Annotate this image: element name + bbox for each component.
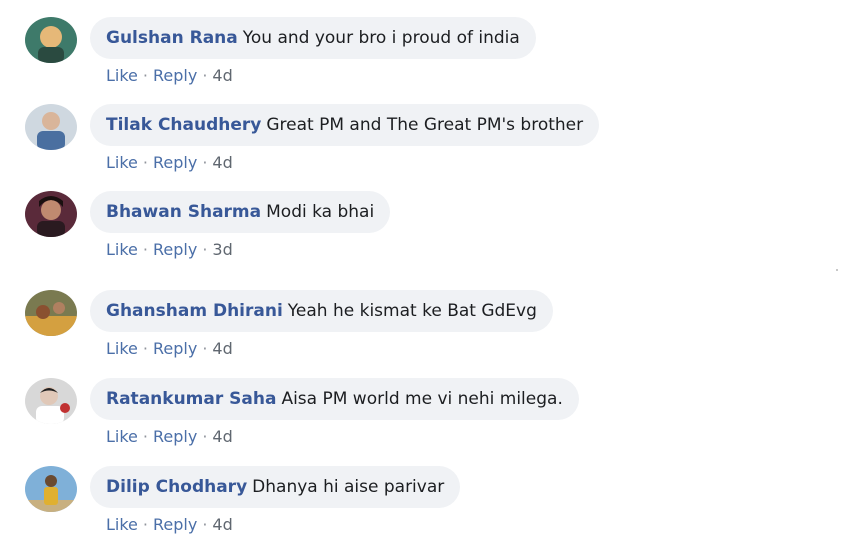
like-link[interactable]: Like [106, 240, 138, 259]
comment-text: Dhanya hi aise parivar [252, 477, 445, 497]
separator: · [202, 339, 208, 358]
avatar-image [25, 290, 77, 336]
avatar[interactable] [25, 104, 77, 150]
comment-author[interactable]: Ghansham Dhirani [106, 301, 283, 321]
comment-bubble: Ghansham Dhirani Yeah he kismat ke Bat G… [90, 290, 553, 332]
comment-item: Gulshan Rana You and your bro i proud of… [0, 17, 850, 97]
comment-text: Great PM and The Great PM's brother [266, 115, 584, 135]
timestamp[interactable]: 4d [212, 66, 232, 85]
separator: · [142, 240, 148, 259]
comment-item: Ratankumar Saha Aisa PM world me vi nehi… [0, 378, 850, 458]
comment-item: Tilak Chaudhery Great PM and The Great P… [0, 104, 850, 184]
avatar-image [25, 17, 77, 63]
comment-text: Aisa PM world me vi nehi milega. [281, 389, 563, 409]
comment-text: You and your bro i proud of india [242, 28, 520, 48]
comment-bubble: Gulshan Rana You and your bro i proud of… [90, 17, 536, 59]
comment-bubble: Dilip Chodhary Dhanya hi aise parivar [90, 466, 461, 508]
like-link[interactable]: Like [106, 153, 138, 172]
reply-link[interactable]: Reply [153, 339, 197, 358]
stray-pixel [836, 269, 838, 271]
comment-author[interactable]: Tilak Chaudhery [106, 115, 261, 135]
avatar-image [25, 191, 77, 237]
comment-bubble: Ratankumar Saha Aisa PM world me vi nehi… [90, 378, 579, 420]
separator: · [142, 339, 148, 358]
timestamp[interactable]: 4d [212, 427, 232, 446]
like-link[interactable]: Like [106, 66, 138, 85]
comment-actions: Like · Reply · 4d [106, 427, 233, 446]
avatar-image [25, 378, 77, 424]
comment-actions: Like · Reply · 4d [106, 515, 233, 534]
separator: · [202, 427, 208, 446]
reply-link[interactable]: Reply [153, 427, 197, 446]
reply-link[interactable]: Reply [153, 515, 197, 534]
separator: · [202, 515, 208, 534]
timestamp[interactable]: 4d [212, 339, 232, 358]
timestamp[interactable]: 4d [212, 515, 232, 534]
comment-text: Yeah he kismat ke Bat GdEvg [287, 301, 537, 321]
comment-author[interactable]: Bhawan Sharma [106, 202, 261, 222]
avatar[interactable] [25, 378, 77, 424]
comment-item: Bhawan Sharma Modi ka bhai Like · Reply · 3d [0, 191, 850, 271]
separator: · [202, 153, 208, 172]
avatar[interactable] [25, 466, 77, 512]
comment-author[interactable]: Ratankumar Saha [106, 389, 276, 409]
comment-author[interactable]: Dilip Chodhary [106, 477, 247, 497]
avatar[interactable] [25, 191, 77, 237]
like-link[interactable]: Like [106, 427, 138, 446]
reply-link[interactable]: Reply [153, 153, 197, 172]
like-link[interactable]: Like [106, 339, 138, 358]
separator: · [142, 427, 148, 446]
separator: · [142, 66, 148, 85]
separator: · [202, 66, 208, 85]
comment-actions: Like · Reply · 3d [106, 240, 233, 259]
separator: · [142, 515, 148, 534]
reply-link[interactable]: Reply [153, 240, 197, 259]
like-link[interactable]: Like [106, 515, 138, 534]
reply-link[interactable]: Reply [153, 66, 197, 85]
comment-item: Dilip Chodhary Dhanya hi aise parivar Li… [0, 466, 850, 546]
comment-bubble: Bhawan Sharma Modi ka bhai [90, 191, 391, 233]
comment-text: Modi ka bhai [266, 202, 375, 222]
comment-bubble: Tilak Chaudhery Great PM and The Great P… [90, 104, 600, 146]
avatar-image [25, 104, 77, 150]
avatar[interactable] [25, 17, 77, 63]
timestamp[interactable]: 3d [212, 240, 232, 259]
avatar-image [25, 466, 77, 512]
comment-actions: Like · Reply · 4d [106, 153, 233, 172]
comment-author[interactable]: Gulshan Rana [106, 28, 238, 48]
comment-actions: Like · Reply · 4d [106, 66, 233, 85]
comment-item: Ghansham Dhirani Yeah he kismat ke Bat G… [0, 290, 850, 370]
separator: · [202, 240, 208, 259]
timestamp[interactable]: 4d [212, 153, 232, 172]
avatar[interactable] [25, 290, 77, 336]
separator: · [142, 153, 148, 172]
comment-actions: Like · Reply · 4d [106, 339, 233, 358]
